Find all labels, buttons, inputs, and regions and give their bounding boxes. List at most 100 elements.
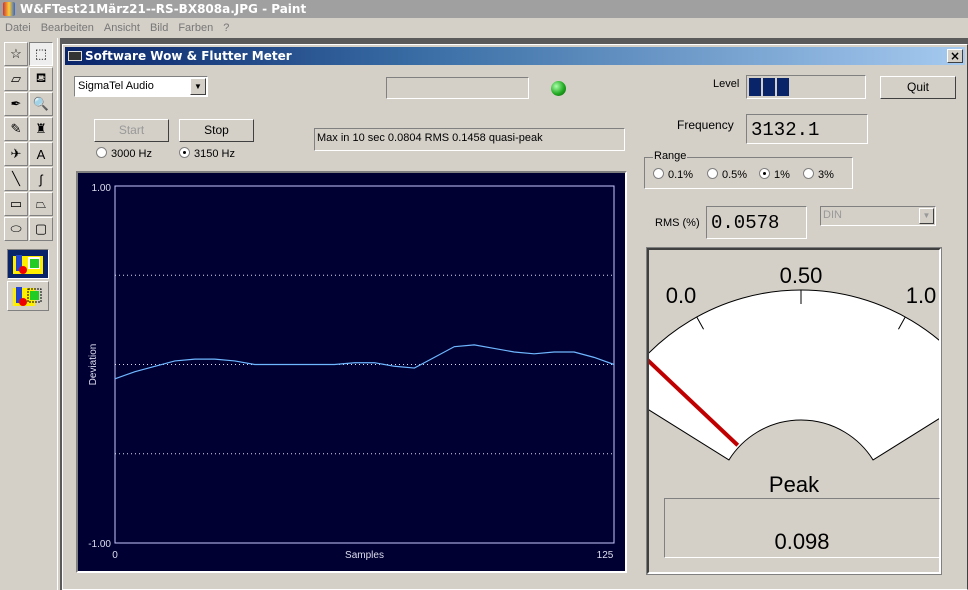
y-axis-label: Deviation: [88, 344, 99, 386]
peak-gauge: 0.0 0.50 1.0: [649, 263, 939, 461]
level-segment: [763, 78, 775, 96]
range-option-1[interactable]: 1%: [759, 168, 790, 181]
weighting-select-value: DIN: [823, 209, 842, 221]
quit-button[interactable]: Quit: [880, 76, 956, 99]
gauge-max-label: 1.0: [906, 283, 937, 308]
tool-text[interactable]: A: [29, 142, 53, 166]
brush-icon: ♜: [35, 121, 47, 136]
tool-color-picker[interactable]: ✒: [4, 92, 28, 116]
freq-option-3150[interactable]: 3150 Hz: [179, 147, 235, 160]
wow-flutter-window: Software Wow & Flutter Meter × SigmaTel …: [62, 44, 968, 590]
rounded-rect-icon: ▢: [34, 221, 48, 236]
menu-ansicht[interactable]: Ansicht: [99, 18, 145, 38]
text-icon: A: [36, 146, 46, 162]
radio-range-0.5[interactable]: [707, 168, 718, 179]
magnifier-icon: 🔍: [32, 96, 50, 111]
freq-option-3000[interactable]: 3000 Hz: [96, 147, 152, 160]
peak-gauge-panel: 0.0 0.50 1.0 Peak 0.098: [646, 247, 942, 575]
tool-magnifier[interactable]: 🔍: [29, 92, 53, 116]
x-axis-label: Samples: [345, 550, 384, 561]
level-segment: [777, 78, 789, 96]
line-icon: ╲: [12, 171, 20, 186]
menu-bearbeiten[interactable]: Bearbeiten: [36, 18, 99, 38]
menu-bild[interactable]: Bild: [145, 18, 173, 38]
y-tick-label: -1.00: [88, 539, 111, 550]
radio-3150[interactable]: [179, 147, 190, 158]
chevron-down-icon[interactable]: ▼: [919, 208, 934, 224]
window-title: Software Wow & Flutter Meter: [85, 49, 292, 63]
tool-eraser[interactable]: ▱: [4, 67, 28, 91]
range-option-0.1[interactable]: 0.1%: [653, 168, 693, 181]
toolbox: ☆ ⬚ ▱ ⛾ ✒ 🔍 ✎ ♜ ✈ A ╲ ʃ ▭ ⏢ ⬭ ▢: [0, 38, 58, 590]
rectangle-icon: ▭: [9, 196, 23, 211]
frequency-readout: 3132.1: [746, 114, 868, 144]
menu-farben[interactable]: Farben: [173, 18, 218, 38]
tool-polygon[interactable]: ⏢: [29, 192, 53, 216]
window-app-icon: [68, 51, 82, 61]
paint-app-icon: [3, 2, 15, 16]
x-tick-label: 0: [112, 550, 118, 561]
eraser-icon: ▱: [11, 71, 21, 86]
range-option-3[interactable]: 3%: [803, 168, 834, 181]
x-tick-label: 125: [597, 550, 614, 561]
range-option-label: 3%: [818, 169, 834, 181]
radio-range-0.1[interactable]: [653, 168, 664, 179]
deviation-chart-svg: 1.00 -1.000 125 Samples Deviation: [88, 183, 615, 561]
peak-readout: 0.098: [664, 498, 940, 558]
max-readout: Max in 10 sec 0.0804 RMS 0.1458 quasi-pe…: [314, 128, 625, 151]
menu-help[interactable]: ?: [218, 18, 234, 38]
rms-label: RMS (%): [655, 217, 700, 229]
tool-ellipse[interactable]: ⬭: [4, 217, 28, 241]
device-select[interactable]: SigmaTel Audio ▼: [74, 76, 208, 97]
polygon-icon: ⏢: [35, 196, 47, 211]
start-button[interactable]: Start: [94, 119, 169, 142]
level-label: Level: [713, 78, 740, 90]
rect-select-icon: ⬚: [34, 46, 48, 61]
free-form-select-icon: ☆: [10, 46, 22, 61]
pencil-icon: ✎: [10, 121, 22, 136]
tool-line[interactable]: ╲: [4, 167, 28, 191]
menu-bar: Datei Bearbeiten Ansicht Bild Farben?: [0, 18, 968, 38]
radio-range-1[interactable]: [759, 168, 770, 179]
tool-pencil[interactable]: ✎: [4, 117, 28, 141]
radio-3000[interactable]: [96, 147, 107, 158]
tool-rect-select[interactable]: ⬚: [29, 42, 53, 66]
range-label: Range: [653, 150, 688, 162]
app-titlebar: W&FTest21März21--RS-BX808a.JPG - Paint: [0, 0, 968, 18]
tool-rectangle[interactable]: ▭: [4, 192, 28, 216]
deviation-chart: 1.00 -1.00 0 125 Samples Deviation: [76, 171, 627, 573]
gauge-face: [649, 289, 939, 461]
tool-free-form-select[interactable]: ☆: [4, 42, 28, 66]
range-option-label: 0.1%: [668, 169, 694, 181]
color-picker-icon: ✒: [10, 96, 22, 111]
level-meter: [746, 75, 866, 99]
range-option-label: 1%: [774, 169, 790, 181]
curve-icon: ʃ: [39, 171, 43, 187]
transparent-option-opaque[interactable]: [7, 249, 49, 279]
radio-range-3[interactable]: [803, 168, 814, 179]
tool-brush[interactable]: ♜: [29, 117, 53, 141]
stop-button[interactable]: Stop: [179, 119, 254, 142]
frequency-label: Frequency: [677, 118, 734, 132]
window-titlebar: Software Wow & Flutter Meter ×: [65, 47, 965, 65]
tool-fill-bucket[interactable]: ⛾: [29, 67, 53, 91]
peak-label: Peak: [768, 472, 820, 497]
gauge-min-label: 0.0: [666, 283, 697, 308]
device-select-value: SigmaTel Audio: [78, 80, 154, 92]
y-tick-label: 1.00: [92, 183, 112, 194]
tool-airbrush[interactable]: ✈: [4, 142, 28, 166]
fill-bucket-icon: ⛾: [35, 70, 47, 85]
tool-curve[interactable]: ʃ: [29, 167, 53, 191]
transparent-select-icon: [13, 287, 42, 306]
range-option-0.5[interactable]: 0.5%: [707, 168, 747, 181]
transparent-option-transparent[interactable]: [7, 281, 49, 311]
chevron-down-icon[interactable]: ▼: [190, 78, 206, 95]
menu-datei[interactable]: Datei: [0, 18, 36, 38]
ellipse-icon: ⬭: [10, 221, 22, 236]
weighting-select[interactable]: DIN ▼: [820, 206, 936, 226]
range-option-label: 0.5%: [722, 169, 748, 181]
close-button[interactable]: ×: [947, 49, 963, 63]
airbrush-icon: ✈: [10, 146, 22, 161]
status-box: [386, 77, 529, 99]
tool-rounded-rect[interactable]: ▢: [29, 217, 53, 241]
